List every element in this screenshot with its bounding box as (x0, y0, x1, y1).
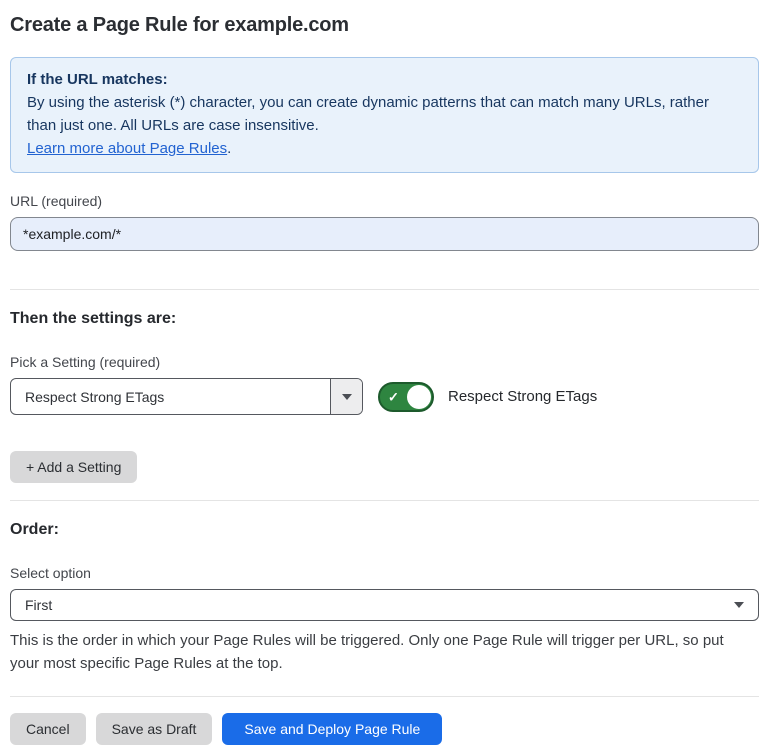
link-period: . (227, 140, 231, 157)
respect-strong-etags-toggle[interactable]: ✓ (378, 382, 434, 412)
toggle-label: Respect Strong ETags (448, 388, 597, 405)
settings-section-heading: Then the settings are: (10, 310, 759, 328)
learn-more-link[interactable]: Learn more about Page Rules (27, 140, 227, 157)
add-setting-button[interactable]: + Add a Setting (10, 451, 137, 483)
info-box-body: By using the asterisk (*) character, you… (27, 91, 742, 137)
info-box-heading: If the URL matches: (27, 68, 742, 91)
order-select-value: First (25, 597, 52, 613)
pick-setting-label: Pick a Setting (required) (10, 354, 759, 370)
order-section-heading: Order: (10, 521, 759, 539)
url-field-label: URL (required) (10, 193, 759, 209)
setting-dropdown-value: Respect Strong ETags (11, 379, 330, 414)
url-input[interactable] (10, 217, 759, 251)
order-help-text: This is the order in which your Page Rul… (10, 629, 755, 675)
url-match-info-box: If the URL matches: By using the asteris… (10, 57, 759, 173)
check-icon: ✓ (388, 390, 399, 403)
setting-dropdown-arrow-button[interactable] (330, 379, 362, 414)
info-box-link-line: Learn more about Page Rules. (27, 137, 742, 160)
setting-dropdown[interactable]: Respect Strong ETags (10, 378, 363, 415)
page-title: Create a Page Rule for example.com (10, 14, 759, 37)
chevron-down-icon (734, 602, 744, 608)
chevron-down-icon (342, 394, 352, 400)
setting-row: Respect Strong ETags ✓ Respect Strong ET… (10, 378, 759, 415)
toggle-knob (407, 385, 431, 409)
section-divider (10, 500, 759, 501)
order-select-label: Select option (10, 565, 759, 581)
footer-divider (10, 696, 759, 697)
page-rule-form: Create a Page Rule for example.com If th… (0, 0, 769, 745)
section-divider (10, 289, 759, 290)
order-select[interactable]: First (10, 589, 759, 621)
